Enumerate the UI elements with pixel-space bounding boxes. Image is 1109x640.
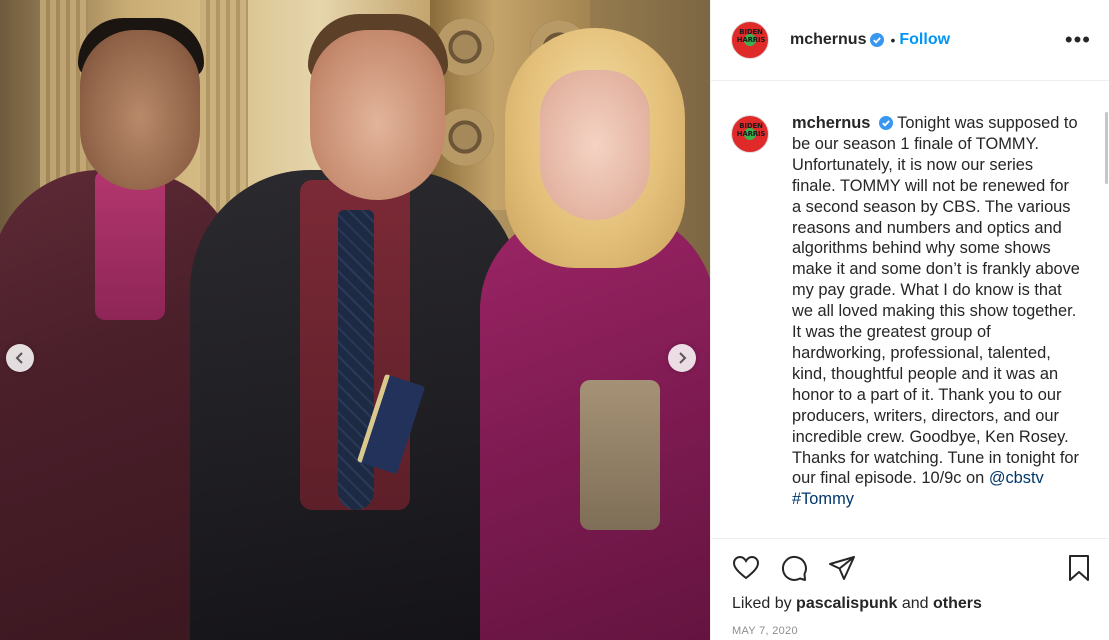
person-left-head xyxy=(80,30,200,190)
post-header: BIDEN HARRIS mchernus • Follow ••• xyxy=(711,0,1109,81)
caption-body: Tonight was supposed to be our season 1 … xyxy=(792,114,1080,488)
bookmark-icon[interactable] xyxy=(1064,553,1094,583)
caption-area: BIDEN HARRIS mchernus Tonight was suppos… xyxy=(711,81,1109,538)
caption-username-link[interactable]: mchernus xyxy=(792,114,870,132)
carousel-prev-button[interactable] xyxy=(6,344,34,372)
person-middle-head xyxy=(310,30,445,200)
person-right-bag xyxy=(580,380,660,530)
likes-user-link[interactable]: pascalispunk xyxy=(796,595,897,612)
carousel-next-button[interactable] xyxy=(668,344,696,372)
caption-avatar[interactable]: BIDEN HARRIS xyxy=(731,115,769,153)
post-sidebar: BIDEN HARRIS mchernus • Follow ••• BIDEN… xyxy=(710,0,1109,640)
heart-icon[interactable] xyxy=(731,553,761,583)
post-date[interactable]: MAY 7, 2020 xyxy=(732,625,798,637)
post-photo[interactable] xyxy=(0,0,710,640)
likes-others-link[interactable]: others xyxy=(933,595,982,612)
chevron-right-icon xyxy=(679,352,687,364)
chevron-left-icon xyxy=(15,352,23,364)
likes-prefix: Liked by xyxy=(732,595,792,612)
separator-dot: • xyxy=(890,32,896,48)
actions-bar: Liked by pascalispunk and others MAY 7, … xyxy=(711,538,1109,640)
person-left-shirt xyxy=(95,170,165,320)
comment-icon[interactable] xyxy=(779,553,809,583)
caption-scrollbar[interactable] xyxy=(1105,112,1108,184)
share-icon[interactable] xyxy=(827,553,857,583)
more-options-button[interactable]: ••• xyxy=(1065,29,1091,51)
person-right-head xyxy=(540,70,650,220)
avatar-text: BIDEN HARRIS xyxy=(736,122,766,138)
username-link[interactable]: mchernus xyxy=(790,31,866,49)
hashtag-link[interactable]: #Tommy xyxy=(792,490,854,508)
avatar-text: BIDEN HARRIS xyxy=(736,28,766,44)
verified-badge-icon xyxy=(870,33,885,47)
action-icons xyxy=(731,553,857,583)
likes-middle: and xyxy=(901,595,929,612)
avatar[interactable]: BIDEN HARRIS xyxy=(731,21,769,59)
verified-badge-icon xyxy=(878,116,893,130)
caption-text: mchernus Tonight was supposed to be our … xyxy=(792,113,1080,510)
follow-button[interactable]: Follow xyxy=(899,31,950,49)
caption-row: BIDEN HARRIS mchernus Tonight was suppos… xyxy=(731,113,1094,510)
likes-summary: Liked by pascalispunk and others xyxy=(732,595,982,613)
mention-link[interactable]: @cbstv xyxy=(989,469,1044,487)
